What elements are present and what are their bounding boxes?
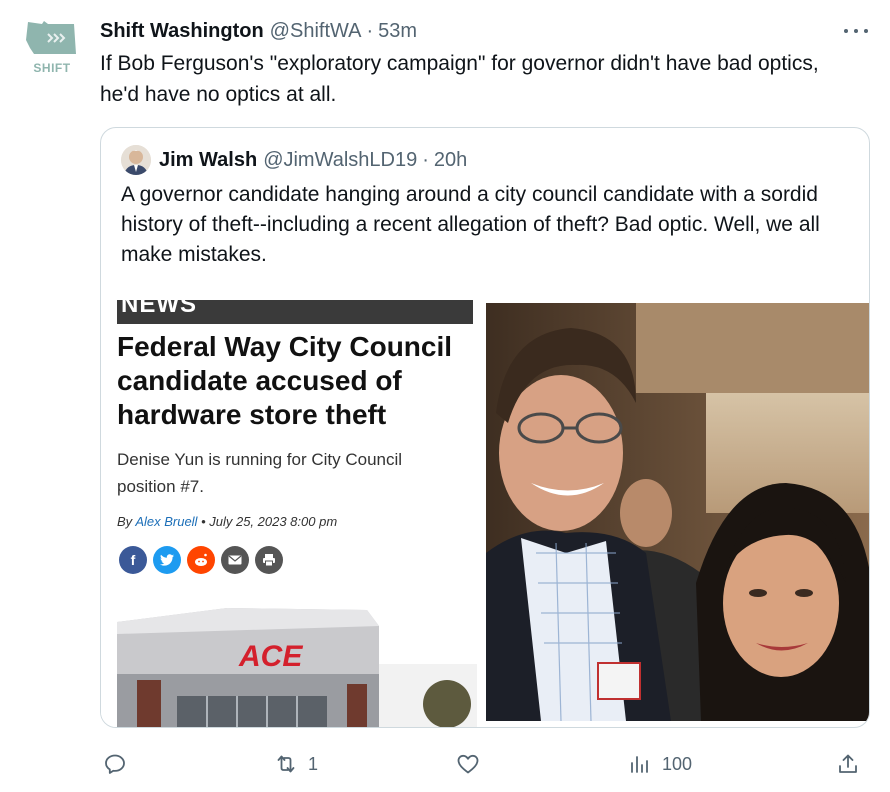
reply-button[interactable] (103, 746, 137, 782)
share-upload-icon (839, 754, 857, 773)
facebook-icon: f (119, 546, 147, 574)
separator-dot: · (422, 148, 429, 171)
tweet-header: Shift Washington @ShiftWA · 53m (100, 16, 417, 46)
quoted-author-name: Jim Walsh (159, 148, 258, 171)
quoted-tweet-text: A governor candidate hanging around a ci… (121, 183, 820, 266)
ace-hardware-storefront-image: ACE (117, 604, 477, 727)
reply-icon (105, 754, 125, 774)
photo-two-people-image[interactable] (486, 303, 870, 721)
retweet-count: 1 (308, 753, 319, 774)
store-sign-text: ACE (238, 640, 303, 673)
views-count: 100 (662, 753, 693, 774)
reddit-icon (187, 546, 215, 574)
separator-dot: · (366, 19, 374, 42)
byline-prefix: By (117, 514, 136, 529)
views-chart-icon (631, 756, 648, 773)
print-icon (255, 546, 283, 574)
author-handle[interactable]: @ShiftWA (270, 20, 362, 43)
quoted-tweet[interactable]: Jim Walsh @JimWalshLD19 · 20h A governor… (100, 127, 870, 728)
news-section-label: NEWS (121, 300, 197, 318)
byline-author: Alex Bruell (135, 514, 198, 529)
quoted-tweet-header: Jim Walsh @JimWalshLD19 · 20h (121, 145, 467, 175)
news-article-image[interactable]: NEWS Federal Way City Council candidate … (101, 300, 483, 727)
views-button[interactable]: 100 (628, 746, 692, 782)
quoted-tweet-time: 20h (433, 148, 468, 171)
retweet-button[interactable]: 1 (274, 746, 318, 782)
news-section-bar: NEWS (117, 300, 473, 324)
author-avatar[interactable]: SHIFT (24, 18, 80, 75)
share-button[interactable] (836, 746, 860, 782)
article-byline: By Alex Bruell • July 25, 2023 8:00 pm (117, 514, 337, 529)
tweet-action-bar: 1 100 (0, 746, 890, 782)
article-subhead: Denise Yun is running for City Council p… (117, 450, 403, 496)
tweet-text: If Bob Ferguson's "exploratory campaign"… (100, 52, 819, 106)
like-button[interactable] (456, 746, 490, 782)
article-headline: Federal Way City Council candidate accus… (117, 331, 453, 430)
twitter-icon (153, 546, 181, 574)
washington-state-logo-icon (26, 21, 76, 54)
more-options-icon[interactable] (844, 26, 868, 36)
heart-icon (457, 754, 479, 774)
share-buttons: f (119, 546, 283, 574)
retweet-icon (277, 755, 295, 773)
byline-date: • July 25, 2023 8:00 pm (197, 514, 338, 529)
quoted-author-handle: @JimWalshLD19 (263, 148, 418, 171)
avatar-label: SHIFT (33, 61, 71, 75)
tweet-time[interactable]: 53m (378, 20, 417, 43)
author-name[interactable]: Shift Washington (100, 20, 264, 43)
email-icon (221, 546, 249, 574)
quoted-author-avatar[interactable] (121, 145, 151, 175)
